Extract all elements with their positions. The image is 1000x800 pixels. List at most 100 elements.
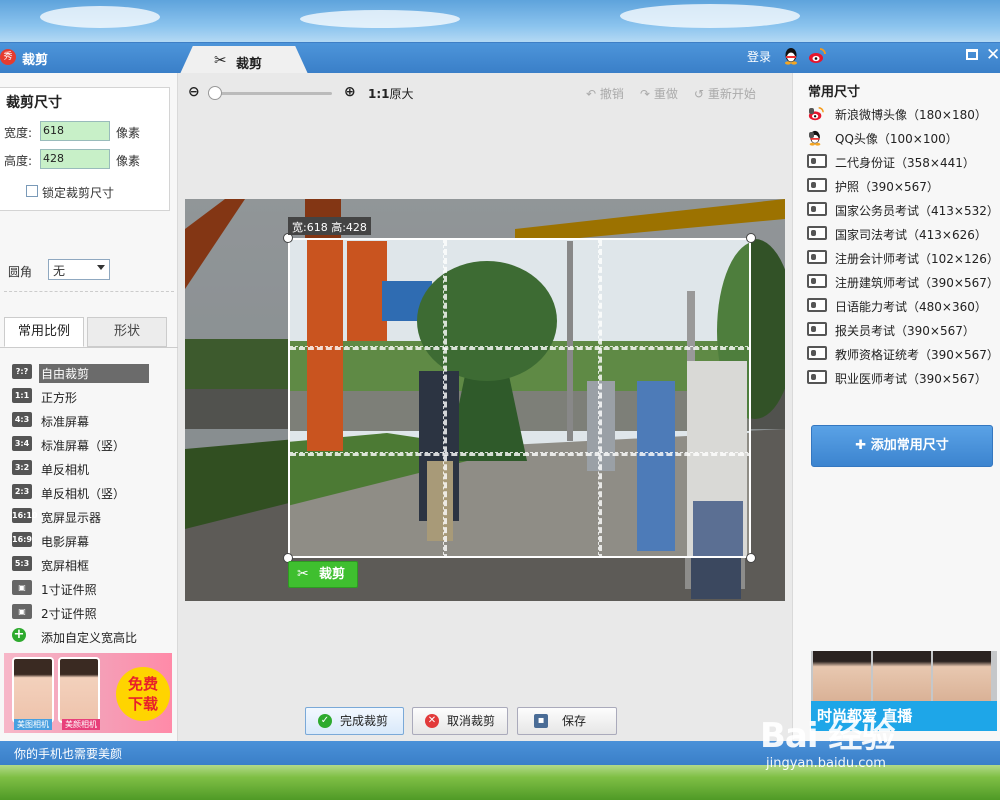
desktop-background bbox=[0, 0, 1000, 44]
preset-item[interactable]: 护照（390×567） bbox=[807, 175, 997, 195]
preset-item[interactable]: 国家公务员考试（413×532） bbox=[807, 199, 999, 219]
undo-button[interactable]: ↶ 撤销 bbox=[586, 85, 624, 102]
crop-preview bbox=[290, 240, 749, 556]
ratio-item[interactable]: 3:2 单反相机 bbox=[12, 458, 172, 478]
watermark-brand: Bai 经验 bbox=[760, 716, 895, 756]
qq-icon[interactable] bbox=[783, 47, 799, 65]
zoom-slider-thumb[interactable] bbox=[208, 86, 222, 100]
crop-apply-button[interactable]: ✂ 裁剪 bbox=[288, 561, 358, 588]
add-common-size-button[interactable]: ✚ 添加常用尺寸 bbox=[811, 425, 993, 467]
zoom-out-icon[interactable]: ⊖ bbox=[188, 85, 202, 99]
window-title: 裁剪 bbox=[22, 53, 49, 68]
status-text[interactable]: 你的手机也需要美颜 bbox=[14, 745, 122, 762]
maximize-button[interactable] bbox=[966, 49, 978, 60]
tab-crop-label: 裁剪 bbox=[236, 57, 263, 72]
id-card-icon bbox=[807, 226, 827, 240]
preset-item[interactable]: 注册建筑师考试（390×567） bbox=[807, 271, 999, 291]
width-input[interactable]: 618 bbox=[40, 121, 110, 141]
lock-size-checkbox[interactable] bbox=[26, 185, 38, 197]
ad-tag: 美颜相机 bbox=[62, 719, 100, 730]
floppy-disk-icon: ▪ bbox=[534, 714, 548, 728]
crop-handle-bottom-right[interactable] bbox=[746, 553, 756, 563]
ratio-icon: 2:3 bbox=[12, 484, 32, 499]
ratio-item[interactable]: ?:? 自由裁剪 bbox=[12, 362, 172, 383]
ratio-item[interactable]: ▣ 1寸证件照 bbox=[12, 578, 172, 598]
preset-label: 国家司法考试（413×626） bbox=[835, 228, 987, 242]
preset-label: 报关员考试（390×567） bbox=[835, 324, 975, 338]
zoom-slider[interactable] bbox=[208, 86, 332, 100]
ratio-item[interactable]: ▣ 2寸证件照 bbox=[12, 602, 172, 622]
corner-select-value: 无 bbox=[53, 264, 66, 278]
ad-model-photo bbox=[873, 651, 931, 703]
preset-item[interactable]: 二代身份证（358×441） bbox=[807, 151, 997, 171]
crop-handle-top-right[interactable] bbox=[746, 233, 756, 243]
app-logo-icon: 秀 bbox=[0, 49, 16, 65]
ad-banner-left[interactable]: 美图相机 美颜相机 免费下载 bbox=[4, 653, 172, 733]
preset-label: QQ头像（100×100） bbox=[835, 132, 958, 146]
ratio-item[interactable]: 16:10 宽屏显示器 bbox=[12, 506, 172, 526]
plus-icon: + bbox=[12, 627, 26, 642]
close-button[interactable]: ✕ bbox=[986, 45, 1000, 65]
ratio-icon: 4:3 bbox=[12, 412, 32, 427]
free-download-badge[interactable]: 免费下载 bbox=[116, 667, 170, 721]
ratio-item[interactable]: 16:9 电影屏幕 bbox=[12, 530, 172, 550]
id-card-icon bbox=[807, 154, 827, 168]
preset-item[interactable]: QQ头像（100×100） bbox=[807, 127, 997, 147]
preset-label: 注册会计师考试（102×126） bbox=[835, 252, 999, 266]
ratio-item[interactable]: 5:3 宽屏相框 bbox=[12, 554, 172, 574]
ad-model-photo bbox=[58, 657, 100, 723]
ratio-label: 添加自定义宽高比 bbox=[41, 631, 138, 645]
ratio-item[interactable]: 3:4 标准屏幕（竖） bbox=[12, 434, 172, 454]
tab-crop[interactable]: ✂ 裁剪 bbox=[180, 46, 308, 74]
restart-button[interactable]: ↺ 重新开始 bbox=[694, 85, 756, 102]
id-card-icon bbox=[807, 322, 827, 336]
id-card-icon bbox=[807, 202, 827, 216]
finish-crop-button[interactable]: ✓ 完成裁剪 bbox=[305, 707, 404, 735]
id-card-icon bbox=[807, 274, 827, 288]
ratio-icon: 1:1 bbox=[12, 388, 32, 403]
ratio-label: 电影屏幕 bbox=[41, 535, 90, 549]
ad-model-photo bbox=[12, 657, 54, 723]
height-label: 高度: bbox=[4, 154, 33, 168]
ratio-item[interactable]: + 添加自定义宽高比 bbox=[12, 626, 172, 646]
preset-item[interactable]: 日语能力考试（480×360） bbox=[807, 295, 997, 315]
free-download-label: 免费下载 bbox=[127, 675, 158, 713]
login-link[interactable]: 登录 bbox=[747, 48, 771, 65]
preset-item[interactable]: 注册会计师考试（102×126） bbox=[807, 247, 999, 267]
height-row: 高度: 428 像素 bbox=[4, 149, 164, 169]
common-sizes-title: 常用尺寸 bbox=[808, 85, 861, 100]
crop-selection[interactable] bbox=[288, 238, 751, 558]
cancel-crop-label: 取消裁剪 bbox=[447, 714, 496, 728]
id-card-icon bbox=[807, 178, 827, 192]
corner-select[interactable]: 无 bbox=[48, 259, 110, 280]
height-unit: 像素 bbox=[116, 154, 141, 168]
tab-common-ratio[interactable]: 常用比例 bbox=[4, 317, 84, 347]
preset-label: 护照（390×567） bbox=[835, 180, 939, 194]
ratio-item[interactable]: 4:3 标准屏幕 bbox=[12, 410, 172, 430]
zoom-in-icon[interactable]: ⊕ bbox=[344, 85, 358, 99]
ratio-label: 单反相机 bbox=[41, 463, 90, 477]
width-row: 宽度: 618 像素 bbox=[4, 121, 164, 141]
original-size-button[interactable]: 1:1原大 bbox=[368, 85, 414, 102]
height-input[interactable]: 428 bbox=[40, 149, 110, 169]
preset-item[interactable]: 教师资格证统考（390×567） bbox=[807, 343, 999, 363]
ad-model-photo bbox=[813, 651, 871, 703]
watermark: Bai 经验 jingyan.baidu.com bbox=[760, 708, 960, 788]
preset-item[interactable]: 报关员考试（390×567） bbox=[807, 319, 997, 339]
ratio-item[interactable]: 2:3 单反相机（竖） bbox=[12, 482, 172, 502]
photo-canvas[interactable]: 宽:618 高:428 ✂ 裁剪 bbox=[185, 199, 785, 601]
save-label: 保存 bbox=[562, 714, 587, 728]
save-button[interactable]: ▪ 保存 bbox=[517, 707, 617, 735]
preset-item[interactable]: 职业医师考试（390×567） bbox=[807, 367, 997, 387]
ratio-item[interactable]: 1:1 正方形 bbox=[12, 386, 172, 406]
divider bbox=[4, 291, 174, 292]
ratio-icon: 16:10 bbox=[12, 508, 37, 523]
redo-button[interactable]: ↷ 重做 bbox=[640, 85, 678, 102]
cancel-crop-button[interactable]: ✕ 取消裁剪 bbox=[412, 707, 508, 735]
tab-shape[interactable]: 形状 bbox=[87, 317, 167, 347]
preset-item[interactable]: 新浪微博头像（180×180） bbox=[807, 103, 997, 123]
preset-item[interactable]: 国家司法考试（413×626） bbox=[807, 223, 997, 243]
weibo-icon[interactable] bbox=[808, 47, 826, 65]
right-panel: 常用尺寸 新浪微博头像（180×180） QQ头像（100×100） 二代身份证（3… bbox=[792, 73, 1000, 741]
preset-label: 教师资格证统考（390×567） bbox=[835, 348, 999, 362]
